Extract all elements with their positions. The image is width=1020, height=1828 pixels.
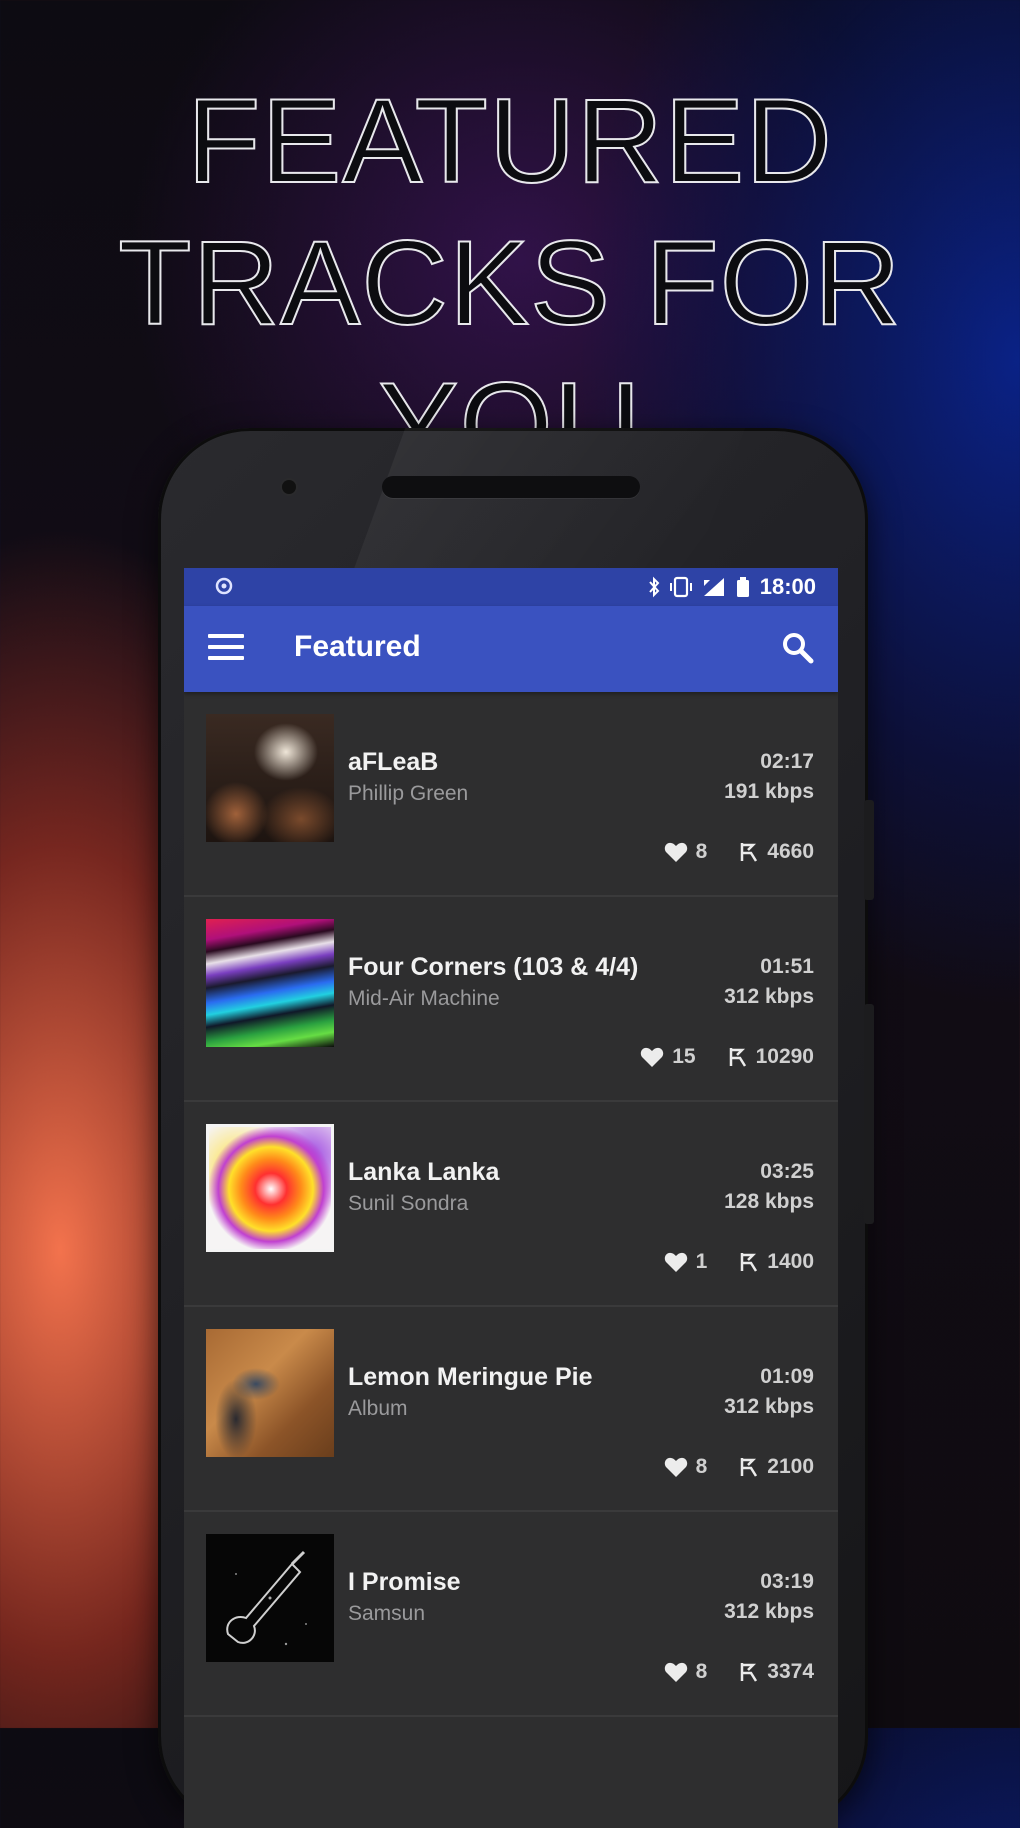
track-artist: Phillip Green [348, 782, 469, 805]
track-duration: 03:25 [760, 1160, 814, 1183]
track-cover-image [206, 919, 334, 1047]
phone-screen: 18:00 Featured aFLeaB Phillip Green 02:1… [184, 568, 838, 1828]
track-cover-image [206, 1534, 334, 1662]
hamburger-icon-line [208, 656, 244, 660]
heart-icon [664, 1457, 687, 1477]
heart-icon [664, 842, 687, 862]
play-count: 2100 [767, 1455, 814, 1478]
track-duration: 01:09 [760, 1365, 814, 1388]
status-time: 18:00 [759, 574, 816, 599]
track-title: I Promise [348, 1568, 461, 1596]
track-cover-image [206, 714, 334, 842]
battery-icon [736, 577, 749, 597]
track-stats: 8 2100 [664, 1455, 814, 1479]
play-count-icon [741, 1253, 758, 1272]
track-duration: 01:51 [760, 955, 814, 978]
track-stats: 8 4660 [664, 840, 814, 864]
phone-side-button [864, 1004, 874, 1224]
track-title: Lanka Lanka [348, 1158, 500, 1186]
like-count: 15 [672, 1045, 696, 1068]
earpiece-speaker [382, 476, 640, 498]
bluetooth-icon [648, 576, 660, 598]
track-artist: Mid-Air Machine [348, 987, 500, 1010]
track-item[interactable]: Four Corners (103 & 4/4) Mid-Air Machine… [184, 897, 838, 1102]
headline-line-1: FEATURED [186, 73, 833, 209]
guitar-artwork [226, 1550, 307, 1646]
heart-icon [664, 1662, 687, 1682]
track-title: Four Corners (103 & 4/4) [348, 953, 639, 981]
track-item[interactable]: aFLeaB Phillip Green 02:17 191 kbps 8 46… [184, 692, 838, 897]
track-item[interactable]: Lanka Lanka Sunil Sondra 03:25 128 kbps … [184, 1102, 838, 1307]
play-count: 10290 [755, 1045, 814, 1068]
front-camera [282, 480, 296, 494]
track-bitrate: 312 kbps [724, 1600, 814, 1623]
play-count-icon [729, 1048, 746, 1067]
track-item[interactable]: I Promise Samsun 03:19 312 kbps 8 3374 [184, 1512, 838, 1717]
track-artist: Album [348, 1397, 408, 1420]
track-title: Lemon Meringue Pie [348, 1363, 593, 1391]
like-count: 8 [695, 840, 708, 863]
track-item[interactable]: Lemon Meringue Pie Album 01:09 312 kbps … [184, 1307, 838, 1512]
like-count: 1 [695, 1250, 708, 1273]
hamburger-icon-line [208, 645, 244, 649]
track-artist: Sunil Sondra [348, 1192, 469, 1215]
wifi-icon [703, 578, 724, 596]
vibrate-icon [669, 576, 692, 598]
track-bitrate: 312 kbps [724, 985, 814, 1008]
heart-icon [664, 1252, 687, 1272]
menu-button[interactable] [208, 634, 244, 664]
track-stats: 8 3374 [664, 1660, 814, 1684]
track-cover-image [206, 1329, 334, 1457]
search-icon[interactable] [778, 628, 818, 668]
play-count-icon [741, 1458, 758, 1477]
track-stats: 15 10290 [640, 1045, 814, 1069]
phone-side-button [864, 800, 874, 900]
track-list: aFLeaB Phillip Green 02:17 191 kbps 8 46… [184, 692, 838, 1717]
like-count: 8 [695, 1660, 708, 1683]
hamburger-icon [208, 634, 244, 638]
play-count: 4660 [767, 840, 814, 863]
track-duration: 02:17 [760, 750, 814, 773]
status-bar: 18:00 [184, 568, 838, 606]
notification-icon [215, 577, 233, 595]
phone-frame: 18:00 Featured aFLeaB Phillip Green 02:1… [158, 428, 874, 1828]
play-count: 3374 [767, 1660, 814, 1683]
play-count-icon [741, 843, 758, 862]
track-title: aFLeaB [348, 748, 439, 776]
play-count-icon [741, 1663, 758, 1682]
track-bitrate: 191 kbps [724, 780, 814, 803]
like-count: 8 [695, 1455, 708, 1478]
track-cover-image [206, 1124, 334, 1252]
track-stats: 1 1400 [664, 1250, 814, 1274]
track-artist: Samsun [348, 1602, 426, 1625]
track-duration: 03:19 [760, 1570, 814, 1593]
app-bar: Featured [184, 606, 838, 692]
play-count: 1400 [767, 1250, 814, 1273]
track-bitrate: 128 kbps [724, 1190, 814, 1213]
heart-icon [641, 1047, 664, 1067]
page-title: Featured [294, 630, 421, 663]
track-bitrate: 312 kbps [724, 1395, 814, 1418]
